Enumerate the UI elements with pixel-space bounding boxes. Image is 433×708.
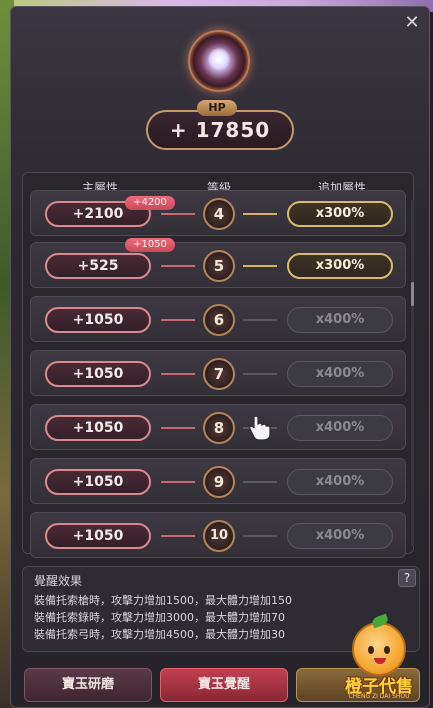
mascot-eye bbox=[368, 646, 374, 654]
level-row: +1050 10 x400% bbox=[30, 512, 406, 558]
effect-line: 裝備托索錄時，攻擊力增加3000，最大體力增加70 bbox=[34, 611, 285, 624]
level-node[interactable]: 10 bbox=[203, 520, 235, 552]
gem-icon bbox=[188, 30, 250, 92]
multiplier-pill: x300% bbox=[287, 253, 393, 279]
hp-label: HP bbox=[197, 100, 237, 116]
connector-line bbox=[243, 535, 277, 537]
level-node[interactable]: 6 bbox=[203, 304, 235, 336]
connector-line bbox=[243, 265, 277, 267]
effect-line: 裝備托索弓時，攻擊力增加4500，最大體力增加30 bbox=[34, 628, 285, 641]
level-node[interactable]: 7 bbox=[203, 358, 235, 390]
hp-total-value: + 17850 bbox=[146, 110, 294, 150]
level-node[interactable]: 9 bbox=[203, 466, 235, 498]
level-node[interactable]: 4 bbox=[203, 198, 235, 230]
connector-line bbox=[243, 481, 277, 483]
multiplier-pill: x300% bbox=[287, 201, 393, 227]
watermark-subtext: CHENG ZI DAI SHOU bbox=[348, 693, 410, 700]
stat-bonus-badge: +4200 bbox=[125, 196, 175, 210]
list-scrollbar-track[interactable] bbox=[411, 200, 414, 546]
connector-line bbox=[161, 535, 195, 537]
connector-line bbox=[161, 265, 195, 267]
effect-line: 裝備托索槍時，攻擊力增加1500，最大體力增加150 bbox=[34, 594, 292, 607]
main-stat-pill: +1050 bbox=[45, 523, 151, 549]
level-row: +2100 +4200 4 x300% bbox=[30, 190, 406, 236]
main-stat-pill: +525 bbox=[45, 253, 151, 279]
gem-awaken-button[interactable]: 寶玉覺醒 bbox=[160, 668, 288, 702]
multiplier-pill: x400% bbox=[287, 415, 393, 441]
multiplier-pill: x400% bbox=[287, 307, 393, 333]
main-stat-pill: +1050 bbox=[45, 307, 151, 333]
gem-polish-button[interactable]: 寶玉研磨 bbox=[24, 668, 152, 702]
connector-line bbox=[161, 427, 195, 429]
connector-line bbox=[161, 481, 195, 483]
main-stat-pill: +1050 bbox=[45, 361, 151, 387]
connector-line bbox=[243, 213, 277, 215]
multiplier-pill: x400% bbox=[287, 469, 393, 495]
multiplier-pill: x400% bbox=[287, 361, 393, 387]
list-scrollbar-thumb[interactable] bbox=[411, 282, 414, 306]
level-node[interactable]: 8 bbox=[203, 412, 235, 444]
orange-mascot-icon bbox=[352, 622, 406, 676]
connector-line bbox=[161, 213, 195, 215]
close-button[interactable]: ✕ bbox=[403, 14, 421, 32]
mascot-mouth bbox=[374, 658, 386, 664]
stat-bonus-badge: +1050 bbox=[125, 238, 175, 252]
mascot-eye bbox=[384, 646, 390, 654]
effect-title: 覺醒效果 bbox=[34, 574, 83, 588]
connector-line bbox=[243, 319, 277, 321]
seller-watermark-logo: 橙子代售 CHENG ZI DAI SHOU bbox=[338, 613, 420, 702]
help-button[interactable]: ? bbox=[398, 569, 416, 587]
connector-line bbox=[161, 319, 195, 321]
hand-cursor-icon bbox=[249, 415, 271, 441]
gem-sparkle bbox=[208, 48, 230, 70]
level-node[interactable]: 5 bbox=[203, 250, 235, 282]
main-stat-pill: +1050 bbox=[45, 415, 151, 441]
multiplier-pill: x400% bbox=[287, 523, 393, 549]
connector-line bbox=[161, 373, 195, 375]
connector-line bbox=[243, 373, 277, 375]
level-row: +1050 8 x400% bbox=[30, 404, 406, 450]
level-row: +525 +1050 5 x300% bbox=[30, 238, 406, 288]
level-row: +1050 6 x400% bbox=[30, 296, 406, 342]
main-stat-pill: +1050 bbox=[45, 469, 151, 495]
level-row: +1050 9 x400% bbox=[30, 458, 406, 504]
level-row: +1050 7 x400% bbox=[30, 350, 406, 396]
